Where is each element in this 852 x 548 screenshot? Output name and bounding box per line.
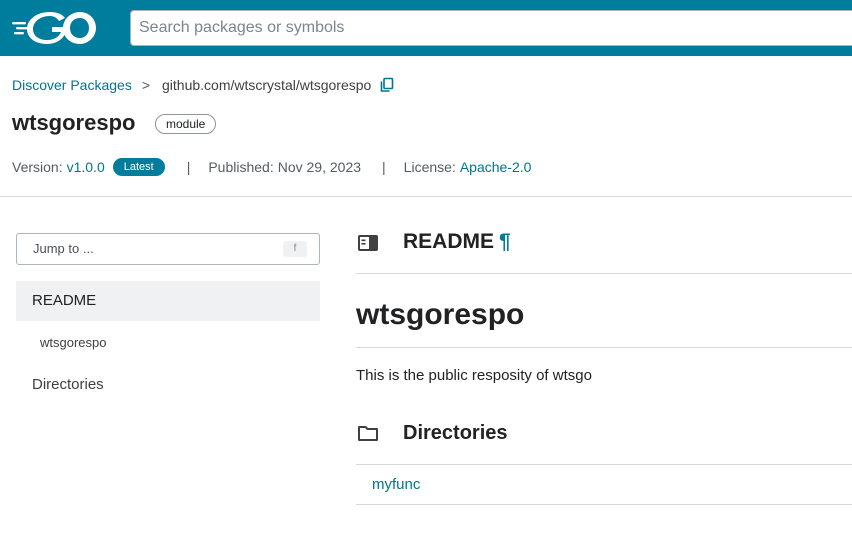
package-metadata: Version: v1.0.0 Latest | Published: Nov … [12,157,531,177]
version-link[interactable]: v1.0.0 [67,159,105,175]
published-label: Published: [208,159,274,175]
copy-path-icon[interactable] [379,77,395,93]
sidebar-item-wtsgorespo[interactable]: wtsgorespo [40,335,106,350]
meta-separator: | [186,159,191,175]
directories-bottom-divider [356,504,852,505]
page-title: wtsgorespo [12,110,136,135]
jump-shortcut-key: f [283,241,307,257]
jump-to-placeholder: Jump to ... [33,241,94,256]
directory-link-myfunc[interactable]: myfunc [372,476,420,493]
sidebar-item-readme[interactable]: README [16,281,320,321]
directories-divider [356,464,852,465]
version-label: Version: [12,159,63,175]
breadcrumb-current-path: github.com/wtscrystal/wtsgorespo [162,77,372,93]
readme-divider [356,273,852,274]
module-badge: module [155,114,217,134]
breadcrumb-separator: > [141,77,151,93]
directories-heading: Directories [403,422,508,444]
breadcrumb: Discover Packages > github.com/wtscrysta… [12,76,395,94]
search-input[interactable] [130,10,852,46]
jump-to-input[interactable]: Jump to ... f [16,233,320,265]
license-label: License: [403,159,456,175]
readme-title-divider [356,347,852,348]
license-link[interactable]: Apache-2.0 [460,159,532,175]
published-date: Nov 29, 2023 [277,159,362,175]
meta-separator: | [382,159,386,175]
readme-title: wtsgorespo [356,298,525,331]
readme-description: This is the public resposity of wtsgo [356,367,592,384]
top-bar [0,0,852,56]
readme-book-icon [358,235,378,251]
go-logo[interactable] [12,12,96,44]
readme-heading-text: README [403,230,495,253]
latest-badge[interactable]: Latest [112,158,165,176]
readme-heading: README ¶ [403,230,511,254]
header-divider [0,196,852,197]
breadcrumb-discover-packages[interactable]: Discover Packages [12,77,132,93]
readme-anchor-link[interactable]: ¶ [499,230,511,253]
folder-icon [358,426,378,441]
sidebar-item-directories[interactable]: Directories [32,376,104,393]
